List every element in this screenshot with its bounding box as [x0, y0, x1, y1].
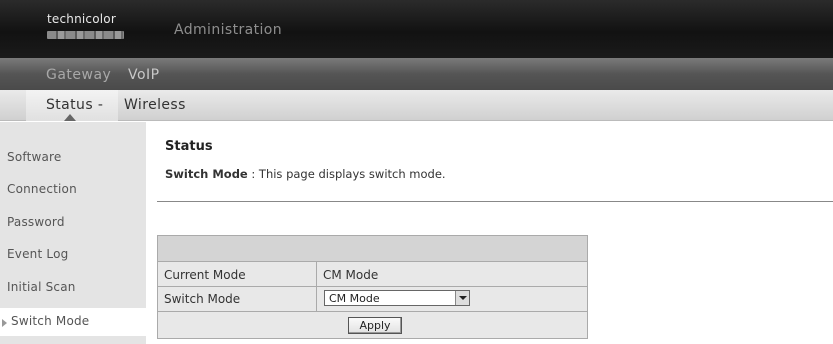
table-row-current-mode: Current Mode CM Mode — [158, 262, 587, 287]
table-header — [158, 236, 587, 262]
sidebar-item-event-log[interactable]: Event Log — [7, 247, 68, 261]
tab-status[interactable]: Status - — [46, 97, 103, 113]
current-mode-value: CM Mode — [323, 268, 379, 282]
page-description: Switch Mode : This page displays switch … — [165, 167, 446, 181]
primary-nav: Gateway VoIP — [0, 58, 833, 90]
apply-button[interactable]: Apply — [348, 317, 402, 334]
table-column-divider — [316, 262, 317, 312]
page-title: Status — [165, 139, 213, 154]
description-text: This page displays switch mode. — [258, 167, 446, 181]
description-label: Switch Mode — [165, 167, 248, 181]
triangle-up-icon — [64, 114, 76, 121]
sidebar: Software Connection Password Event Log I… — [0, 122, 146, 344]
sidebar-item-software[interactable]: Software — [7, 150, 62, 164]
switch-mode-label: Switch Mode — [164, 292, 241, 306]
secondary-nav: Status - Wireless — [0, 90, 833, 121]
switch-mode-table: Current Mode CM Mode Switch Mode CM Mode… — [157, 235, 588, 339]
nav-item-voip[interactable]: VoIP — [128, 67, 160, 83]
tab-wireless[interactable]: Wireless — [124, 97, 186, 113]
logo-text: technicolor — [47, 12, 116, 26]
divider — [157, 201, 833, 202]
sidebar-item-switch-mode[interactable]: Switch Mode — [11, 314, 89, 328]
top-header: technicolor Administration — [0, 0, 833, 58]
nav-item-gateway[interactable]: Gateway — [46, 67, 111, 83]
chevron-down-icon[interactable] — [455, 291, 469, 305]
page-header-title: Administration — [174, 22, 283, 38]
switch-mode-select[interactable]: CM Mode — [324, 290, 470, 306]
sidebar-item-connection[interactable]: Connection — [7, 182, 77, 196]
sidebar-item-password[interactable]: Password — [7, 215, 65, 229]
current-mode-label: Current Mode — [164, 268, 246, 282]
description-separator: : — [247, 167, 259, 181]
sidebar-item-initial-scan[interactable]: Initial Scan — [7, 280, 76, 294]
triangle-right-icon — [2, 319, 7, 327]
technicolor-logo-icon — [47, 31, 124, 39]
switch-mode-select-value: CM Mode — [329, 292, 380, 305]
